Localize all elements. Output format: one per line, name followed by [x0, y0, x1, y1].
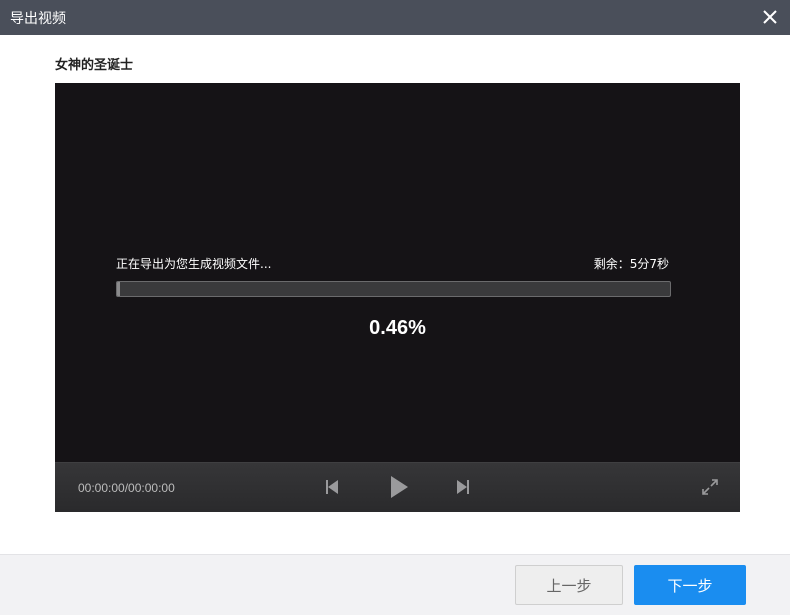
window-title: 导出视频: [10, 10, 66, 27]
play-icon[interactable]: [388, 475, 410, 499]
export-progress-fill: [117, 282, 120, 296]
player-controls: 00:00:00/00:00:00: [55, 462, 740, 512]
timecode: 00:00:00/00:00:00: [78, 481, 175, 495]
title-bar: 导出视频: [0, 0, 790, 35]
dialog-footer: 上一步 下一步: [0, 554, 790, 615]
remaining-time: 剩余：5分7秒: [593, 257, 669, 271]
close-icon[interactable]: [758, 5, 782, 29]
fullscreen-icon[interactable]: [700, 477, 720, 497]
video-preview: 正在导出为您生成视频文件... 剩余：5分7秒 0.46% 00:00:00/0…: [55, 83, 740, 512]
skip-next-icon[interactable]: [454, 478, 472, 496]
skip-previous-icon[interactable]: [323, 478, 341, 496]
export-status-text: 正在导出为您生成视频文件...: [116, 257, 272, 271]
export-percent: 0.46%: [369, 317, 426, 339]
back-button[interactable]: 上一步: [515, 565, 623, 605]
export-progress-bar: [116, 281, 671, 297]
next-button[interactable]: 下一步: [634, 565, 746, 605]
project-name: 女神的圣诞士: [55, 58, 134, 73]
